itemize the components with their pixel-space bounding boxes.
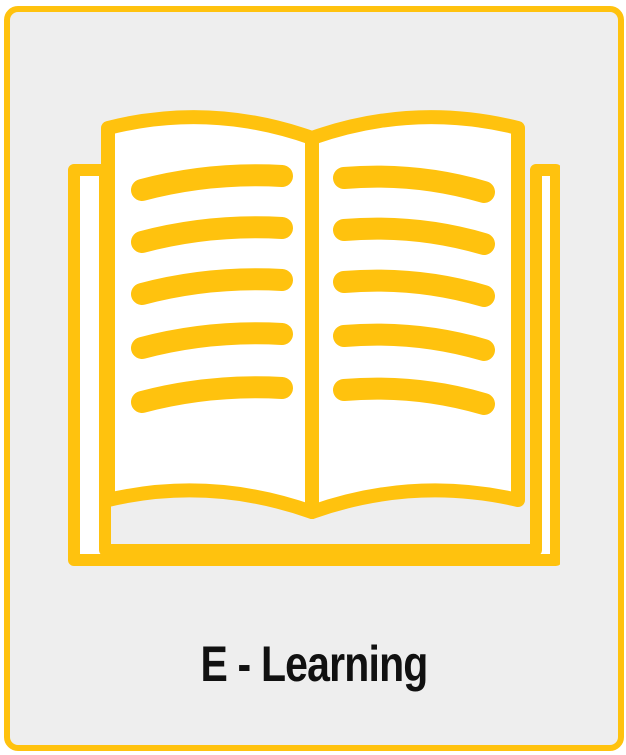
tile-label: E - Learning (200, 636, 428, 692)
e-learning-tile[interactable]: E - Learning (4, 6, 624, 751)
open-book-icon (68, 110, 560, 566)
